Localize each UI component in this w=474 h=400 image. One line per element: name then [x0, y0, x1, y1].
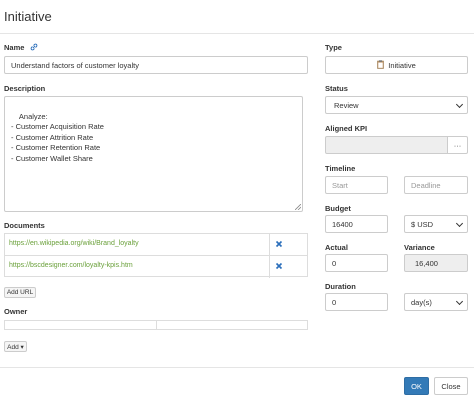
- type-button[interactable]: Initiative: [325, 56, 468, 74]
- chevron-down-icon: [455, 100, 464, 109]
- name-label: Name: [4, 43, 38, 53]
- footer-divider: [0, 367, 474, 368]
- remove-icon[interactable]: [275, 240, 283, 248]
- clipboard-icon: [377, 59, 384, 71]
- name-input[interactable]: Understand factors of customer loyalty: [4, 56, 308, 74]
- variance-label: Variance: [404, 243, 435, 252]
- chevron-down-icon: [455, 219, 464, 228]
- add-url-button[interactable]: Add URL: [4, 287, 36, 298]
- resize-handle-icon[interactable]: [295, 204, 301, 210]
- budget-input[interactable]: 16400: [325, 215, 388, 233]
- description-label: Description: [4, 84, 46, 93]
- link-icon[interactable]: [30, 43, 38, 53]
- duration-unit-select[interactable]: day(s): [404, 293, 468, 311]
- documents-label: Documents: [4, 221, 45, 230]
- header-divider: [0, 33, 474, 34]
- timeline-start-input[interactable]: Start: [325, 176, 388, 194]
- table-row: https://en.wikipedia.org/wiki/Brand_loya…: [5, 234, 307, 256]
- document-link[interactable]: https://en.wikipedia.org/wiki/Brand_loya…: [9, 240, 139, 247]
- aligned-kpi-input: [325, 136, 448, 154]
- status-label: Status: [325, 84, 348, 93]
- currency-select[interactable]: $ USD: [404, 215, 468, 233]
- timeline-label: Timeline: [325, 164, 356, 173]
- type-label: Type: [325, 43, 342, 52]
- owner-label: Owner: [4, 307, 28, 316]
- duration-label: Duration: [325, 282, 356, 291]
- table-row: https://bscdesigner.com/loyalty-kpis.htm: [5, 256, 307, 278]
- description-textarea[interactable]: Analyze: - Customer Acquisition Rate - C…: [4, 96, 303, 212]
- remove-icon[interactable]: [275, 262, 283, 270]
- document-link[interactable]: https://bscdesigner.com/loyalty-kpis.htm: [9, 262, 133, 269]
- add-owner-button[interactable]: Add ▾: [4, 341, 27, 352]
- aligned-kpi-label: Aligned KPI: [325, 124, 368, 133]
- actual-input[interactable]: 0: [325, 254, 388, 272]
- aligned-kpi-browse-button[interactable]: ···: [447, 136, 468, 154]
- initiative-dialog: Initiative Name Understand factors of cu…: [0, 0, 474, 400]
- actual-label: Actual: [325, 243, 348, 252]
- owner-table: [4, 320, 308, 330]
- duration-input[interactable]: 0: [325, 293, 388, 311]
- variance-field: 16,400: [404, 254, 468, 272]
- timeline-deadline-input[interactable]: Deadline: [404, 176, 468, 194]
- dialog-title: Initiative: [4, 9, 52, 24]
- close-button[interactable]: Close: [434, 377, 468, 395]
- status-select[interactable]: Review: [325, 96, 468, 114]
- documents-table: https://en.wikipedia.org/wiki/Brand_loya…: [4, 233, 308, 278]
- chevron-down-icon: [455, 297, 464, 306]
- budget-label: Budget: [325, 204, 351, 213]
- ok-button[interactable]: OK: [404, 377, 429, 395]
